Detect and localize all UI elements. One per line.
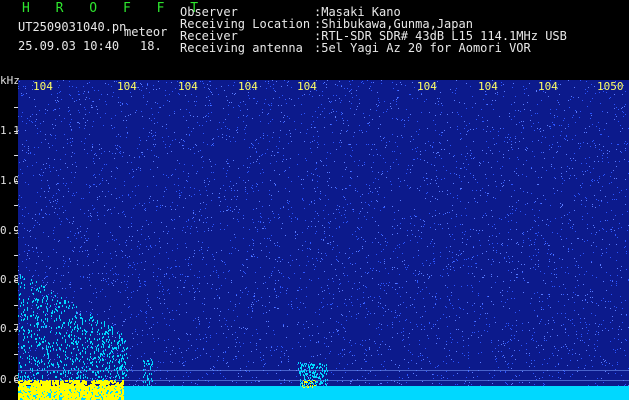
x-tick-label: 1050 <box>597 80 624 93</box>
x-tick-label: 104 <box>417 80 437 93</box>
frame-index: 18. <box>140 39 162 53</box>
x-tick-label: 104 <box>33 80 53 93</box>
mode-label: meteor <box>124 25 168 39</box>
file-name: UT2509031040.pn <box>18 20 127 34</box>
spectrogram <box>18 80 629 400</box>
x-tick-label: 104 <box>297 80 317 93</box>
date-time: 25.09.03 10:40 <box>18 39 120 53</box>
x-tick-label: 104 <box>178 80 198 93</box>
x-tick-label: 104 <box>538 80 558 93</box>
x-tick-label: 104 <box>117 80 137 93</box>
spectrogram-canvas <box>18 80 629 400</box>
info-value-antenna: :5el Yagi Az 20 for Aomori VOR <box>314 41 531 55</box>
header-panel: H R O F F T UT2509031040.pn meteor 25.09… <box>0 0 629 80</box>
info-label-antenna: Receiving antenna <box>180 41 303 55</box>
y-axis-unit: kHz <box>0 74 20 87</box>
x-tick-label: 104 <box>478 80 498 93</box>
x-tick-label: 104 <box>238 80 258 93</box>
